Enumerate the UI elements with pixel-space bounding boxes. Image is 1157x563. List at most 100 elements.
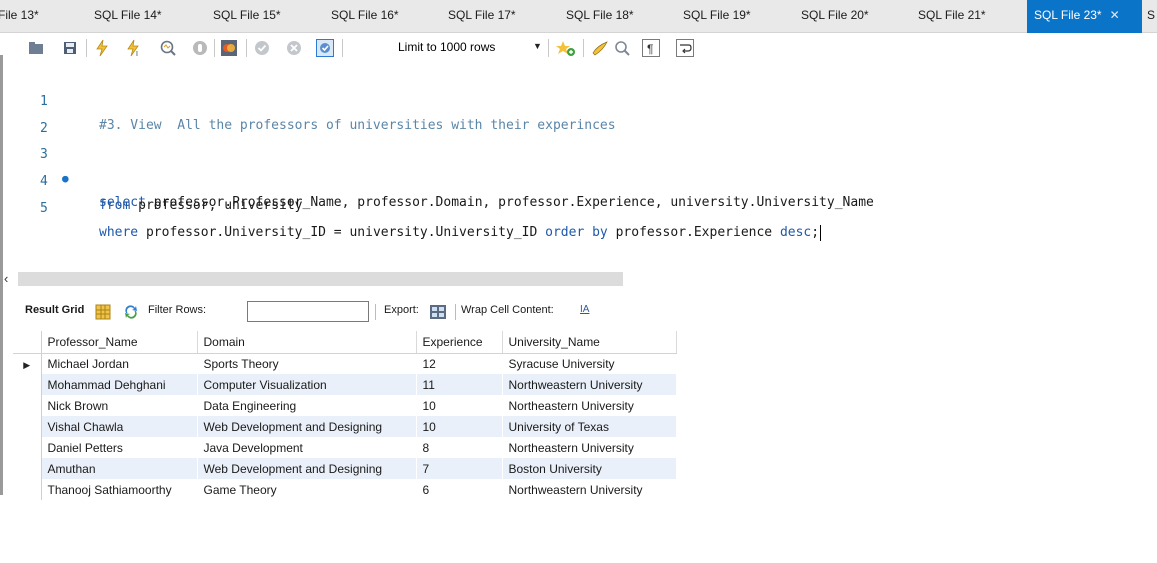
row-marker[interactable] — [13, 437, 42, 458]
table-cell[interactable]: Thanooj Sathiamoorthy — [41, 479, 198, 500]
table-cell[interactable]: Vishal Chawla — [41, 416, 198, 437]
tab-label: SQL File 20* — [801, 8, 869, 22]
autocommit-icon[interactable] — [315, 38, 335, 58]
editor-tab-bar: File 13* SQL File 14* SQL File 15* SQL F… — [0, 0, 1157, 33]
filter-rows-input[interactable] — [247, 301, 369, 322]
row-marker[interactable] — [13, 479, 42, 500]
filter-rows-label: Filter Rows: — [148, 304, 207, 316]
table-cell[interactable]: Daniel Petters — [41, 437, 198, 458]
table-cell[interactable]: Web Development and Designing — [197, 416, 417, 437]
table-row[interactable]: Nick Brown Data Engineering 10 Northeastern… — [13, 395, 677, 416]
sql-editor-toolbar: I Limit to 1000 rows ▼ ¶ — [0, 33, 1157, 63]
table-cell[interactable]: Amuthan — [41, 458, 198, 479]
find-icon[interactable] — [612, 38, 632, 58]
result-grid-tab[interactable]: Result Grid — [25, 304, 84, 316]
editor-horizontal-scrollbar[interactable]: ‹ — [0, 270, 623, 288]
execute-icon[interactable] — [92, 38, 112, 58]
grid-view-icon[interactable] — [95, 304, 111, 320]
table-row[interactable]: ▶ Michael Jordan Sports Theory 12 Syracuse U… — [13, 353, 677, 374]
sql-text: professor.University_ID = university.Uni… — [138, 225, 546, 240]
table-cell[interactable]: Mohammad Dehghani — [41, 374, 198, 395]
table-row[interactable]: Mohammad Dehghani Computer Visualization 1… — [13, 374, 677, 395]
beautify-icon[interactable] — [556, 38, 576, 58]
table-cell[interactable]: Northweastern University — [502, 374, 677, 395]
rollback-icon[interactable] — [284, 38, 304, 58]
table-cell[interactable]: University of Texas — [502, 416, 677, 437]
tab-sql-file-20[interactable]: SQL File 20* — [801, 0, 901, 33]
sql-keyword: from — [99, 198, 131, 213]
tab-sql-file-18[interactable]: SQL File 18* — [566, 0, 666, 33]
column-header[interactable]: Experience — [416, 331, 503, 354]
table-cell[interactable]: Game Theory — [197, 479, 417, 500]
execute-current-icon[interactable]: I — [124, 38, 144, 58]
table-cell[interactable]: 6 — [416, 479, 503, 500]
table-cell[interactable]: 10 — [416, 416, 503, 437]
table-cell[interactable]: Northweastern University — [502, 479, 677, 500]
commit-icon[interactable] — [252, 38, 272, 58]
table-cell[interactable]: 11 — [416, 374, 503, 395]
tab-label: SQL File 23* — [1034, 8, 1102, 22]
result-grid[interactable]: Professor_Name Domain Experience Univers… — [13, 331, 677, 500]
svg-text:¶: ¶ — [647, 42, 653, 56]
tab-sql-file-23[interactable]: SQL File 23* ✕ — [1027, 0, 1142, 33]
table-cell[interactable]: Java Development — [197, 437, 417, 458]
scrollbar-thumb[interactable] — [18, 272, 623, 286]
tab-sql-file-21[interactable]: SQL File 21* — [918, 0, 1018, 33]
table-row[interactable]: Amuthan Web Development and Designing 7 Bos… — [13, 458, 677, 479]
tab-sql-file-19[interactable]: SQL File 19* — [683, 0, 783, 33]
table-row[interactable]: Vishal Chawla Web Development and Designi… — [13, 416, 677, 437]
explain-icon[interactable] — [158, 38, 178, 58]
table-cell[interactable]: Syracuse University — [502, 353, 677, 374]
table-cell[interactable]: Web Development and Designing — [197, 458, 417, 479]
brush-icon[interactable] — [590, 38, 610, 58]
tab-sql-file-15[interactable]: SQL File 15* — [213, 0, 313, 33]
table-row[interactable]: Thanooj Sathiamoorthy Game Theory 6 Northwe… — [13, 479, 677, 500]
row-marker[interactable] — [13, 416, 42, 437]
tab-label: File 13* — [0, 8, 39, 22]
table-cell[interactable]: Boston University — [502, 458, 677, 479]
table-cell[interactable]: Northeastern University — [502, 437, 677, 458]
tab-label: SQL File 19* — [683, 8, 751, 22]
table-cell[interactable]: 10 — [416, 395, 503, 416]
tab-label: SQL File 17* — [448, 8, 516, 22]
table-row[interactable]: Daniel Petters Java Development 8 Northeast… — [13, 437, 677, 458]
row-marker[interactable] — [13, 374, 42, 395]
export-icon[interactable] — [429, 304, 446, 320]
tab-sql-file-17[interactable]: SQL File 17* — [448, 0, 548, 33]
stop-icon[interactable] — [190, 38, 210, 58]
tab-sql-file-16[interactable]: SQL File 16* — [331, 0, 431, 33]
row-marker[interactable] — [13, 395, 42, 416]
save-icon[interactable] — [60, 38, 80, 58]
open-folder-icon[interactable] — [26, 38, 46, 58]
sql-editor[interactable]: 1 #3. View All the professors of univers… — [0, 63, 1157, 268]
tab-sql-file-14[interactable]: SQL File 14* — [94, 0, 194, 33]
close-icon[interactable]: ✕ — [1110, 0, 1120, 30]
wrap-icon[interactable] — [675, 38, 695, 58]
row-marker[interactable]: ▶ — [13, 353, 42, 374]
table-cell[interactable]: 12 — [416, 353, 503, 374]
sql-text: ; — [811, 225, 820, 240]
table-cell[interactable]: Data Engineering — [197, 395, 417, 416]
table-cell[interactable]: Michael Jordan — [41, 353, 198, 374]
column-header[interactable]: University_Name — [502, 331, 677, 354]
tab-overflow[interactable]: S — [1147, 0, 1157, 33]
toggle-output-icon[interactable] — [219, 38, 239, 58]
sql-text: professor, university — [130, 198, 303, 213]
invisible-chars-icon[interactable]: ¶ — [641, 38, 661, 58]
scroll-left-icon[interactable]: ‹ — [4, 270, 8, 288]
column-header[interactable]: Professor_Name — [41, 331, 198, 354]
limit-rows-select[interactable]: Limit to 1000 rows — [398, 40, 495, 54]
table-cell[interactable]: 8 — [416, 437, 503, 458]
wrap-cell-content-icon[interactable]: IA — [580, 304, 589, 315]
row-marker[interactable] — [13, 458, 42, 479]
table-cell[interactable]: Nick Brown — [41, 395, 198, 416]
tab-sql-file-13[interactable]: File 13* — [0, 0, 68, 33]
column-header[interactable]: Domain — [197, 331, 417, 354]
tab-label: SQL File 21* — [918, 8, 986, 22]
table-cell[interactable]: Computer Visualization — [197, 374, 417, 395]
chevron-down-icon[interactable]: ▼ — [533, 41, 542, 51]
table-cell[interactable]: Northeastern University — [502, 395, 677, 416]
table-cell[interactable]: Sports Theory — [197, 353, 417, 374]
refresh-icon[interactable] — [123, 304, 139, 320]
table-cell[interactable]: 7 — [416, 458, 503, 479]
